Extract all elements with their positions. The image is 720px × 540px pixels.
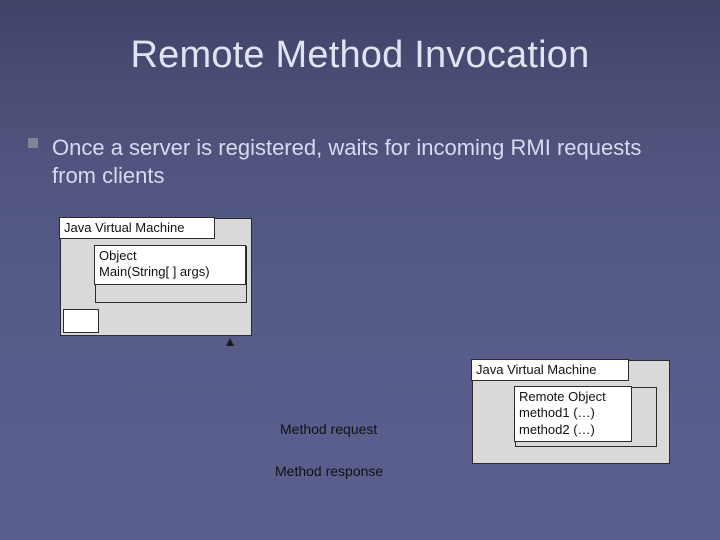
arrow-up-icon — [226, 338, 234, 346]
jvm-client-box: Java Virtual Machine Object Main(String[… — [60, 218, 252, 336]
client-stub-box — [63, 309, 99, 333]
slide-title: Remote Method Invocation — [0, 34, 720, 77]
jvm-server-box: Java Virtual Machine Remote Object metho… — [472, 360, 670, 464]
bullet-text: Once a server is registered, waits for i… — [52, 134, 680, 189]
client-object-box: Object Main(String[ ] args) — [95, 246, 247, 303]
method-request-label: Method request — [280, 421, 377, 437]
bullet-marker-icon — [28, 138, 38, 148]
jvm-client-label: Java Virtual Machine — [59, 217, 215, 239]
client-object-label: Object Main(String[ ] args) — [94, 245, 246, 285]
bullet-item: Once a server is registered, waits for i… — [28, 134, 680, 189]
slide: Remote Method Invocation Once a server i… — [0, 0, 720, 540]
remote-object-label: Remote Object method1 (…) method2 (…) — [514, 386, 632, 442]
method-response-label: Method response — [275, 463, 383, 479]
jvm-server-label: Java Virtual Machine — [471, 359, 629, 381]
remote-object-box: Remote Object method1 (…) method2 (…) — [515, 387, 657, 447]
